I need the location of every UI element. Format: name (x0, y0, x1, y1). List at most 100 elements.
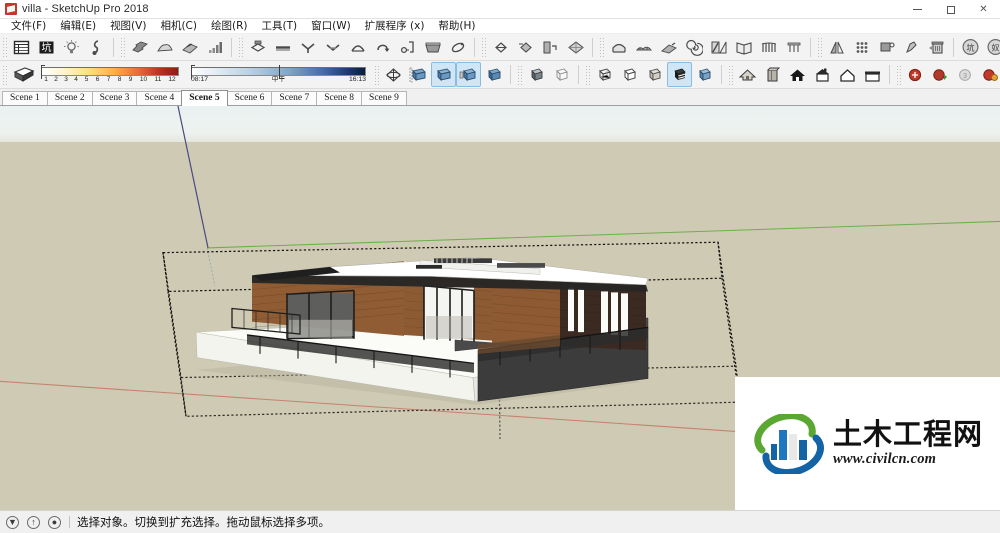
spiral-icon[interactable] (681, 35, 706, 60)
model-info-icon[interactable]: 3 (953, 62, 978, 87)
vegetation-icon[interactable] (656, 35, 681, 60)
scene-tab-5[interactable]: Scene 5 (181, 90, 228, 106)
shaded-texture-icon[interactable] (692, 62, 717, 87)
toolbar-grip[interactable] (817, 37, 822, 57)
toolbar-grip[interactable] (2, 37, 7, 57)
toolbar-grip[interactable] (599, 37, 604, 57)
menu-file[interactable]: 文件(F) (4, 19, 53, 34)
array-icon[interactable] (849, 35, 874, 60)
minimize-button[interactable] (901, 0, 934, 19)
toolbar-grip[interactable] (238, 37, 243, 57)
camera-create-icon[interactable] (488, 35, 513, 60)
modeling-viewport[interactable]: 土木工程网 www.civilcn.com (0, 106, 1000, 510)
scene-tab-2[interactable]: Scene 2 (46, 91, 93, 105)
menu-tools[interactable]: 工具(T) (254, 19, 304, 34)
union-icon[interactable] (295, 35, 320, 60)
toolbar-grip[interactable] (374, 64, 379, 85)
stamp-icon[interactable] (202, 35, 227, 60)
extension-1-icon[interactable]: 坑 (958, 35, 983, 60)
section-fill-icon[interactable] (481, 62, 506, 87)
materials-icon[interactable]: 坑 (34, 35, 59, 60)
toolbar-grip[interactable] (517, 64, 522, 85)
maximize-button[interactable] (934, 0, 967, 19)
wireframe-icon[interactable] (617, 62, 642, 87)
toolbar-grip[interactable] (120, 37, 125, 57)
from-contours-icon[interactable] (127, 35, 152, 60)
xray-icon[interactable] (592, 62, 617, 87)
shaded-icon[interactable] (667, 62, 692, 87)
rooftop-unit-2 (497, 263, 545, 268)
slice-icon[interactable] (706, 35, 731, 60)
scene-tab-6[interactable]: Scene 6 (226, 91, 273, 105)
close-button[interactable]: ✕ (967, 0, 1000, 19)
3d-warehouse-icon[interactable] (978, 62, 1000, 87)
arch-icon[interactable] (606, 35, 631, 60)
shadow-date-slider[interactable]: 123 456 789 10 11 12 (41, 63, 179, 87)
intersect-icon[interactable] (270, 35, 295, 60)
style-house-shaded-icon[interactable] (810, 62, 835, 87)
shadow-time-slider[interactable]: 08:17 中午 16:13 (191, 63, 366, 87)
dynamic-component-icon[interactable] (84, 35, 109, 60)
scene-tab-7[interactable]: Scene 7 (271, 91, 318, 105)
camera-look-through-icon[interactable] (513, 35, 538, 60)
scene-tab-9[interactable]: Scene 9 (361, 91, 407, 105)
trim-icon[interactable] (345, 35, 370, 60)
person-icon[interactable]: ● (48, 515, 61, 529)
shadow-toggle-icon[interactable] (9, 63, 39, 87)
menu-window[interactable]: 窗口(W) (304, 19, 358, 34)
smoove-icon[interactable] (177, 35, 202, 60)
outer-shell-icon[interactable] (245, 35, 270, 60)
light-bulb-icon[interactable] (59, 35, 84, 60)
menu-draw[interactable]: 绘图(R) (204, 19, 255, 34)
fence-icon[interactable] (756, 35, 781, 60)
camera-show-frustum-icon[interactable] (563, 35, 588, 60)
section-plane-icon[interactable] (406, 62, 431, 87)
status-divider (69, 516, 70, 528)
menu-help[interactable]: 帮助(H) (431, 19, 482, 34)
scene-tab-3[interactable]: Scene 3 (91, 91, 138, 105)
fog-icon[interactable] (549, 62, 574, 87)
menu-view[interactable]: 视图(V) (103, 19, 153, 34)
style-house-outline-icon[interactable] (835, 62, 860, 87)
shadows-icon[interactable] (524, 62, 549, 87)
column-icon[interactable] (781, 35, 806, 60)
toolbar-grip[interactable] (728, 64, 733, 85)
scene-tab-8[interactable]: Scene 8 (316, 91, 363, 105)
help-icon[interactable]: ▼ (6, 515, 19, 529)
mirror-icon[interactable] (824, 35, 849, 60)
toolbar-grip[interactable] (896, 64, 901, 85)
toolbar-grip[interactable] (585, 64, 590, 85)
style-box-icon[interactable] (760, 62, 785, 87)
get-models-icon[interactable] (903, 62, 928, 87)
iso-view-icon[interactable] (381, 62, 406, 87)
camera-lock-icon[interactable] (538, 35, 563, 60)
menu-extensions[interactable]: 扩展程序 (x) (358, 19, 432, 34)
display-section-planes-icon[interactable] (431, 62, 456, 87)
info-icon[interactable]: ↑ (27, 515, 40, 529)
style-house-solid-icon[interactable] (785, 62, 810, 87)
from-scratch-icon[interactable] (152, 35, 177, 60)
pen-icon[interactable] (899, 35, 924, 60)
menu-edit[interactable]: 编辑(E) (53, 19, 103, 34)
add-detail-icon[interactable] (420, 35, 445, 60)
scene-tab-4[interactable]: Scene 4 (136, 91, 183, 105)
flip-edge-icon[interactable] (445, 35, 470, 60)
entity-info-icon[interactable] (9, 35, 34, 60)
subtract-icon[interactable] (320, 35, 345, 60)
split-icon[interactable] (370, 35, 395, 60)
style-house-flat-icon[interactable] (860, 62, 885, 87)
hidden-line-icon[interactable] (642, 62, 667, 87)
drape-icon[interactable] (395, 35, 420, 60)
share-model-icon[interactable] (928, 62, 953, 87)
terrain-icon[interactable] (631, 35, 656, 60)
extension-2-icon[interactable]: 奴 (983, 35, 1000, 60)
toolbar-grip[interactable] (2, 64, 7, 85)
style-roof-icon[interactable] (735, 62, 760, 87)
paint-icon[interactable] (874, 35, 899, 60)
book-icon[interactable] (731, 35, 756, 60)
menu-camera[interactable]: 相机(C) (153, 19, 204, 34)
scene-tab-1[interactable]: Scene 1 (2, 91, 48, 105)
display-section-cuts-icon[interactable] (456, 62, 481, 87)
purge-icon[interactable] (924, 35, 949, 60)
toolbar-grip[interactable] (481, 37, 486, 57)
